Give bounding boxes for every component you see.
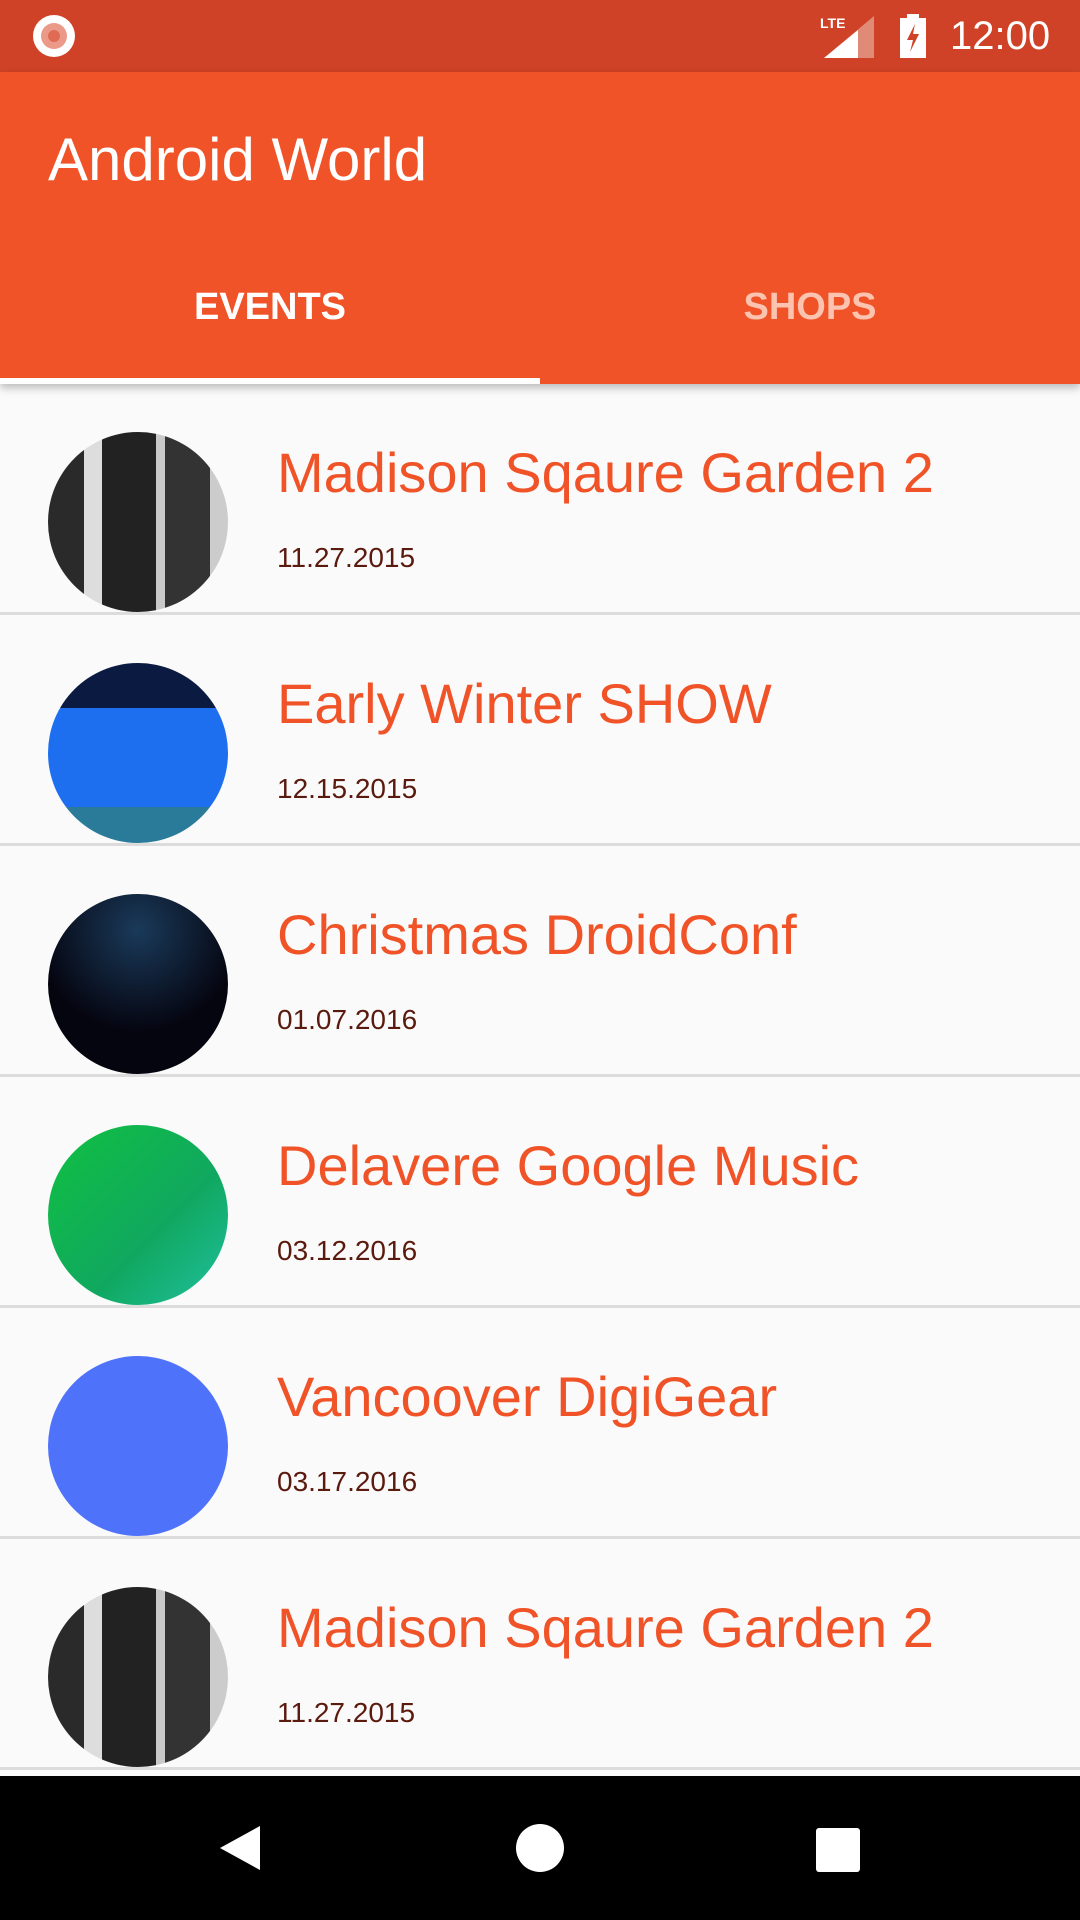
- list-item[interactable]: Christmas DroidConf 01.07.2016: [0, 846, 1080, 1077]
- list-item[interactable]: Madison Sqaure Garden 2 11.27.2015: [0, 384, 1080, 615]
- events-list[interactable]: Madison Sqaure Garden 2 11.27.2015 Early…: [0, 384, 1080, 1770]
- record-icon: [33, 15, 75, 57]
- tab-indicator: [0, 378, 540, 384]
- back-icon[interactable]: [216, 1824, 264, 1877]
- event-title: Delavere Google Music: [277, 1134, 860, 1197]
- event-date: 12.15.2015: [277, 773, 418, 804]
- tab-events[interactable]: EVENTS: [0, 282, 540, 332]
- navigation-bar: [0, 1776, 1080, 1920]
- event-title: Christmas DroidConf: [277, 903, 797, 966]
- list-item[interactable]: Vancoover DigiGear 03.17.2016: [0, 1308, 1080, 1539]
- event-image: [48, 1587, 228, 1767]
- status-bar: LTE 12:00: [0, 0, 1080, 72]
- event-date: 03.17.2016: [277, 1466, 418, 1497]
- list-item[interactable]: Delavere Google Music 03.12.2016: [0, 1077, 1080, 1308]
- svg-text:LTE: LTE: [820, 15, 845, 31]
- event-date: 11.27.2015: [277, 542, 416, 573]
- event-image: [48, 432, 228, 612]
- clock: 12:00: [950, 14, 1051, 58]
- lte-signal-icon: LTE: [820, 15, 874, 58]
- event-image: [48, 1356, 228, 1536]
- list-item[interactable]: Madison Sqaure Garden 2 11.27.2015: [0, 1539, 1080, 1770]
- event-date: 03.12.2016: [277, 1235, 418, 1266]
- event-title: Early Winter SHOW: [277, 672, 772, 735]
- battery-charging-icon: [900, 14, 926, 58]
- event-title: Madison Sqaure Garden 2: [277, 441, 934, 504]
- app-bar: Android World EVENTS SHOPS: [0, 72, 1080, 384]
- app-title: Android World: [48, 126, 428, 193]
- home-icon[interactable]: [516, 1824, 564, 1877]
- event-date: 01.07.2016: [277, 1004, 418, 1035]
- event-image: [48, 894, 228, 1074]
- recents-icon[interactable]: [816, 1828, 860, 1877]
- event-title: Madison Sqaure Garden 2: [277, 1596, 934, 1659]
- event-date: 11.27.2015: [277, 1697, 416, 1728]
- tab-shops[interactable]: SHOPS: [540, 282, 1080, 332]
- event-image: [48, 663, 228, 843]
- event-image: [48, 1125, 228, 1305]
- list-item[interactable]: Early Winter SHOW 12.15.2015: [0, 615, 1080, 846]
- event-title: Vancoover DigiGear: [277, 1365, 778, 1428]
